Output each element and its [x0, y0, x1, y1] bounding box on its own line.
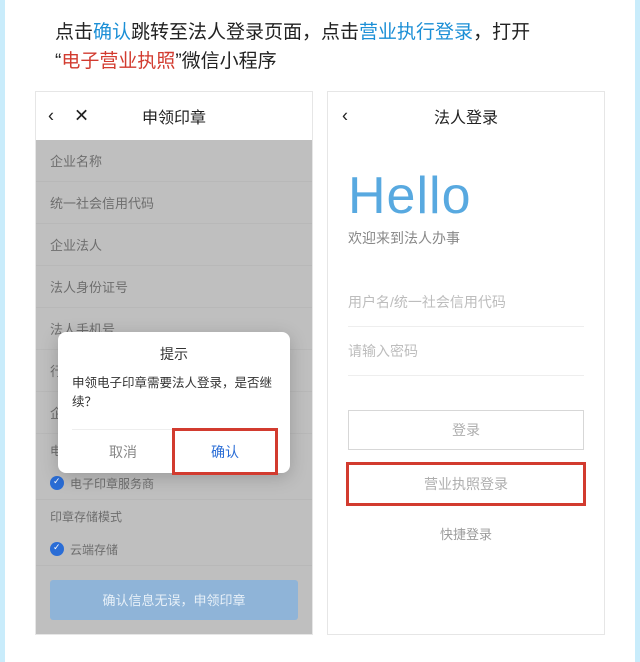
radio-cloud-storage[interactable]: 云端存储 [36, 534, 312, 566]
login-button[interactable]: 登录 [348, 410, 584, 450]
welcome-text: 欢迎来到法人办事 [348, 228, 584, 248]
password-input[interactable]: 请输入密码 [348, 327, 584, 376]
highlight-box [172, 428, 278, 475]
radio-checked-icon [50, 476, 64, 490]
header: ‹ ✕ 申领印章 [36, 92, 312, 140]
field-id-number[interactable]: 法人身份证号 [36, 266, 312, 308]
back-icon[interactable]: ‹ [48, 105, 54, 126]
hello-heading: Hello [348, 166, 584, 226]
quick-login-button[interactable]: 快捷登录 [348, 524, 584, 543]
header: ‹ 法人登录 [328, 92, 604, 140]
dialog-body: 申领电子印章需要法人登录，是否继续？ [72, 374, 276, 430]
close-icon[interactable]: ✕ [74, 105, 89, 126]
screenshot-legal-login: ‹ 法人登录 Hello 欢迎来到法人办事 用户名/统一社会信用代码 请输入密码… [327, 91, 605, 635]
license-login-button[interactable]: 营业执照登录 [348, 464, 584, 504]
radio-checked-icon [50, 542, 64, 556]
confirm-dialog: 提示 申领电子印章需要法人登录，是否继续？ 取消 确认 [58, 332, 290, 474]
dialog-title: 提示 [72, 344, 276, 374]
back-icon[interactable]: ‹ [342, 105, 348, 126]
section-storage: 印章存储模式 [36, 500, 312, 534]
field-uscc[interactable]: 统一社会信用代码 [36, 182, 312, 224]
field-company-name[interactable]: 企业名称 [36, 140, 312, 182]
cancel-button[interactable]: 取消 [72, 430, 174, 473]
field-legal-person[interactable]: 企业法人 [36, 224, 312, 266]
confirm-button[interactable]: 确认 [174, 430, 276, 473]
username-input[interactable]: 用户名/统一社会信用代码 [348, 278, 584, 327]
highlight-box [346, 462, 586, 506]
page-title: 法人登录 [434, 104, 498, 128]
page-title: 申领印章 [142, 104, 206, 128]
instructions: 点击确认跳转至法人登录页面，点击营业执行登录，打开 “电子营业执照”微信小程序 [5, 0, 635, 91]
screenshot-apply-seal: ‹ ✕ 申领印章 企业名称 统一社会信用代码 企业法人 法人身份证号 法人手机号… [35, 91, 313, 635]
submit-button[interactable]: 确认信息无误，申领印章 [50, 580, 298, 620]
